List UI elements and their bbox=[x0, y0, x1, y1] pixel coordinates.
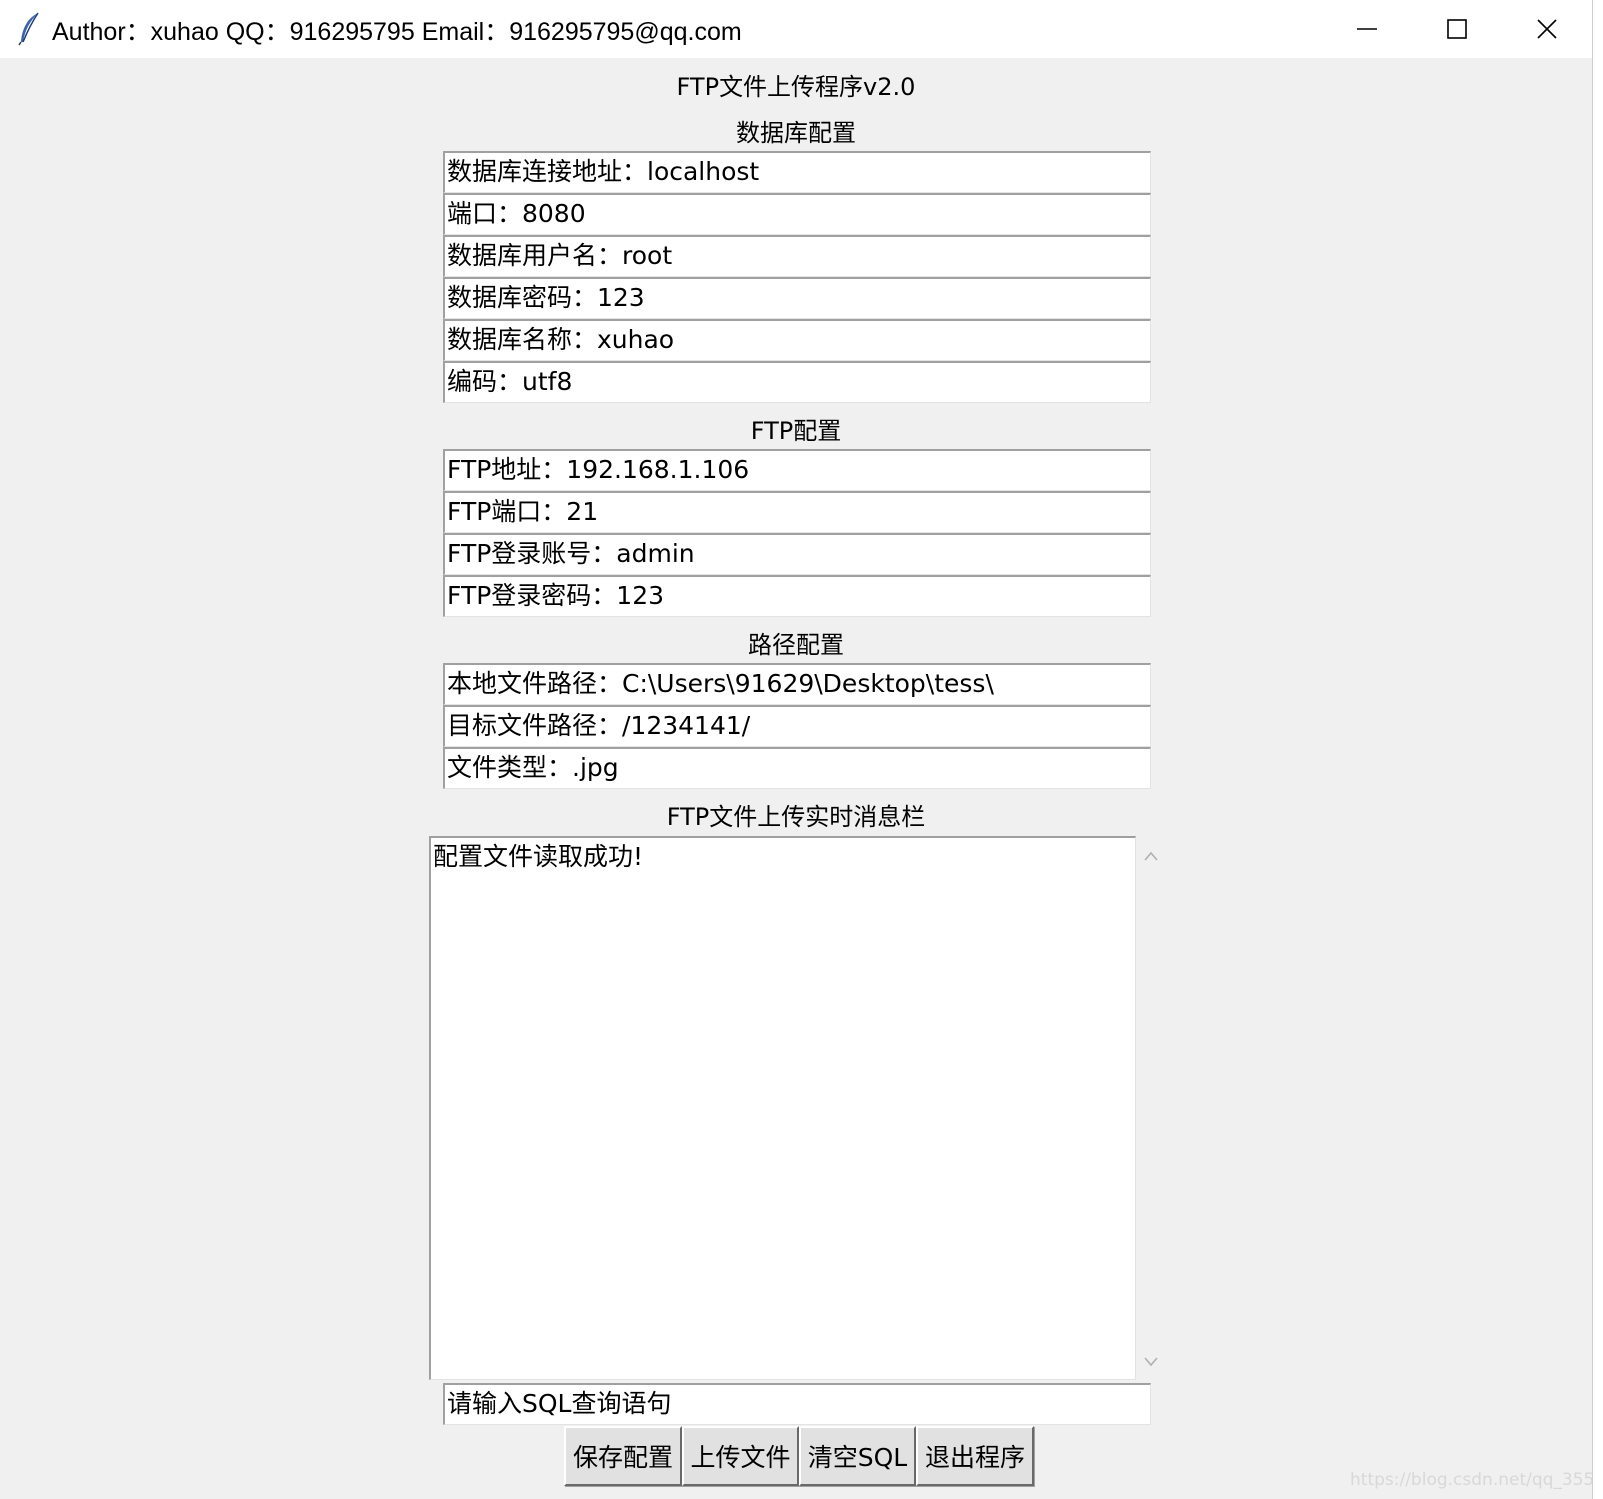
db-user-field[interactable]: 数据库用户名：root bbox=[443, 235, 1151, 277]
exit-program-button[interactable]: 退出程序 bbox=[916, 1426, 1034, 1486]
clear-sql-button[interactable]: 清空SQL bbox=[799, 1426, 916, 1486]
save-config-button[interactable]: 保存配置 bbox=[564, 1426, 682, 1486]
watermark: https://blog.csdn.net/qq_35595164 bbox=[1350, 1470, 1603, 1490]
app-window: Author：xuhao QQ：916295795 Email：91629579… bbox=[0, 0, 1603, 1499]
ftp-password-field[interactable]: FTP登录密码：123 bbox=[443, 575, 1151, 617]
db-encoding-field[interactable]: 编码：utf8 bbox=[443, 361, 1151, 403]
db-host-field[interactable]: 数据库连接地址：localhost bbox=[443, 151, 1151, 193]
db-port-field[interactable]: 端口：8080 bbox=[443, 193, 1151, 235]
ftp-account-field[interactable]: FTP登录账号：admin bbox=[443, 533, 1151, 575]
maximize-button[interactable] bbox=[1412, 0, 1502, 58]
window-right-edge bbox=[1592, 0, 1603, 1499]
log-message: 配置文件读取成功! bbox=[433, 842, 644, 871]
db-name-field[interactable]: 数据库名称：xuhao bbox=[443, 319, 1151, 361]
title-bar: Author：xuhao QQ：916295795 Email：91629579… bbox=[0, 0, 1592, 58]
app-title: FTP文件上传程序v2.0 bbox=[676, 73, 916, 101]
sql-query-input[interactable]: 请输入SQL查询语句 bbox=[443, 1383, 1151, 1425]
ftp-port-field[interactable]: FTP端口：21 bbox=[443, 491, 1151, 533]
minimize-icon bbox=[1357, 28, 1377, 30]
minimize-button[interactable] bbox=[1322, 0, 1412, 58]
window-title: Author：xuhao QQ：916295795 Email：91629579… bbox=[52, 18, 742, 46]
ftp-section-heading: FTP配置 bbox=[750, 417, 842, 445]
upload-file-button[interactable]: 上传文件 bbox=[682, 1426, 799, 1486]
db-password-field[interactable]: 数据库密码：123 bbox=[443, 277, 1151, 319]
maximize-icon bbox=[1447, 19, 1467, 39]
log-section-heading: FTP文件上传实时消息栏 bbox=[666, 803, 926, 831]
file-type-field[interactable]: 文件类型：.jpg bbox=[443, 747, 1151, 789]
close-button[interactable] bbox=[1502, 0, 1592, 58]
log-scrollbar[interactable] bbox=[1137, 836, 1165, 1380]
ftp-address-field[interactable]: FTP地址：192.168.1.106 bbox=[443, 449, 1151, 491]
path-section-heading: 路径配置 bbox=[748, 631, 844, 659]
target-path-field[interactable]: 目标文件路径：/1234141/ bbox=[443, 705, 1151, 747]
close-icon bbox=[1537, 19, 1557, 39]
scroll-down-icon[interactable] bbox=[1141, 1352, 1161, 1372]
log-textarea[interactable]: 配置文件读取成功! bbox=[429, 836, 1136, 1380]
scroll-up-icon[interactable] bbox=[1141, 846, 1161, 866]
database-section-heading: 数据库配置 bbox=[736, 119, 856, 147]
feather-icon bbox=[18, 12, 40, 46]
local-path-field[interactable]: 本地文件路径：C:\Users\91629\Desktop\tess\ bbox=[443, 663, 1151, 705]
